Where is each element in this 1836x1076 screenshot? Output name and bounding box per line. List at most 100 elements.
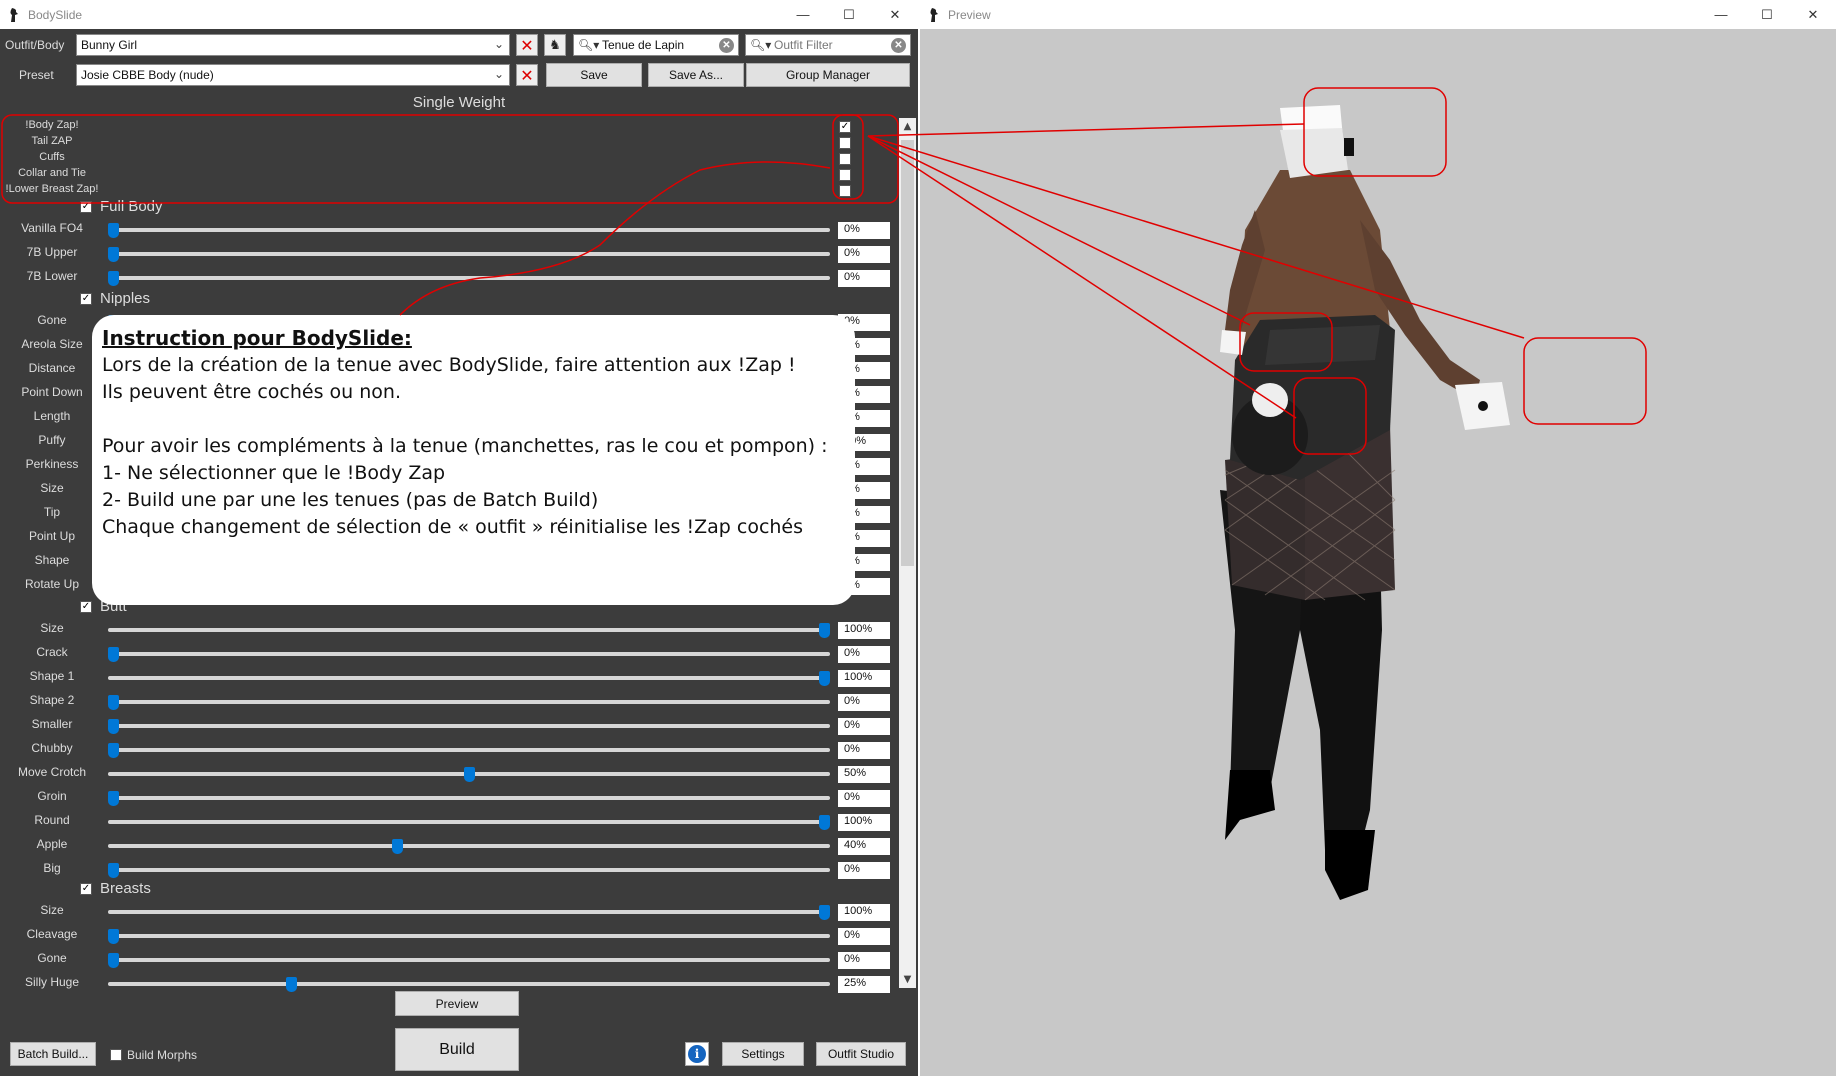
slider-track[interactable] [108,252,830,256]
slider-track[interactable] [108,700,830,704]
slider-group-header[interactable]: ✓ Breasts [80,880,151,897]
slider-value-field[interactable]: 0% [838,646,890,663]
slider-value-field[interactable]: 0% [838,270,890,287]
slider-track[interactable] [108,820,830,824]
slider-thumb[interactable] [108,695,119,710]
slider-label: Distance [28,361,76,375]
save-as-button[interactable]: Save As... [648,63,744,87]
scrollbar-thumb[interactable] [901,140,914,566]
model-render[interactable] [920,30,1836,1076]
clear-group-filter-icon[interactable]: ✕ [719,38,734,53]
slider-group-header[interactable]: ✓ Nipples [80,290,150,307]
slider-track[interactable] [108,228,830,232]
save-button[interactable]: Save [546,63,642,87]
slider-value-field[interactable]: 0% [838,928,890,945]
slider-value-field[interactable]: 0% [838,718,890,735]
info-button[interactable]: i [685,1042,709,1066]
slider-track[interactable] [108,910,830,914]
group-checkbox[interactable]: ✓ [80,292,92,305]
slider-thumb[interactable] [108,791,119,806]
group-checkbox[interactable]: ✓ [80,882,92,895]
slider-thumb[interactable] [108,953,119,968]
slider-value-field[interactable]: 0% [838,862,890,879]
clear-outfit-filter-icon[interactable]: ✕ [891,38,906,53]
slider-thumb[interactable] [108,647,119,662]
settings-button[interactable]: Settings [722,1042,804,1066]
build-button[interactable]: Build [395,1028,519,1071]
group-filter-input[interactable]: 🔍︎▾ Tenue de Lapin ✕ [573,34,739,56]
slider-thumb[interactable] [108,271,119,286]
slider-track[interactable] [108,724,830,728]
outfit-filter-input[interactable]: 🔍︎▾ Outfit Filter ✕ [745,34,911,56]
outfit-studio-button[interactable]: Outfit Studio [816,1042,906,1066]
slider-value-field[interactable]: 0% [838,246,890,263]
minimize-icon[interactable]: — [1698,0,1744,29]
preset-select[interactable]: Josie CBBE Body (nude) ⌄ [76,64,510,86]
choose-outfit-file-button[interactable]: ♞ [544,34,566,56]
close-icon[interactable]: ✕ [1790,0,1836,29]
scroll-down-icon[interactable]: ▼ [899,971,916,988]
group-manager-button[interactable]: Group Manager [746,63,910,87]
slider-thumb[interactable] [819,815,830,830]
slider-value-field[interactable]: 100% [838,904,890,921]
slider-track[interactable] [108,958,830,962]
slider-label: Shape [34,553,70,567]
scroll-up-icon[interactable]: ▲ [899,118,916,135]
slider-track[interactable] [108,652,830,656]
red-x-icon: ✕ [520,65,534,85]
zap-checkbox[interactable]: ✓ [839,121,851,133]
outfit-body-select[interactable]: Bunny Girl ⌄ [76,34,510,56]
zap-checkbox[interactable] [839,137,851,149]
clear-outfit-button[interactable]: ✕ [516,34,538,56]
maximize-icon[interactable]: ☐ [826,0,872,29]
slider-value-field[interactable]: 100% [838,670,890,687]
slider-group-header[interactable]: ✓ Full Body [80,198,163,215]
slider-thumb[interactable] [108,863,119,878]
slider-thumb[interactable] [285,977,297,992]
zap-checkbox[interactable] [839,185,851,197]
slider-value-field[interactable]: 0% [838,222,890,239]
slider-track[interactable] [108,982,830,986]
slider-value-field[interactable]: 0% [838,742,890,759]
slider-track[interactable] [108,628,830,632]
slider-track[interactable] [108,868,830,872]
slider-thumb[interactable] [108,929,119,944]
build-morphs-checkbox[interactable] [110,1049,122,1061]
build-morphs-toggle[interactable]: Build Morphs [110,1048,197,1062]
zap-checkbox[interactable] [839,153,851,165]
group-checkbox[interactable]: ✓ [80,600,92,613]
slider-track[interactable] [108,796,830,800]
slider-value-field[interactable]: 50% [838,766,890,783]
slider-thumb[interactable] [463,767,475,782]
slider-thumb[interactable] [392,839,404,854]
slider-thumb[interactable] [108,743,119,758]
zap-checkbox[interactable] [839,169,851,181]
minimize-icon[interactable]: — [780,0,826,29]
slider-track[interactable] [108,276,830,280]
close-icon[interactable]: ✕ [872,0,918,29]
slider-value-field[interactable]: 0% [838,694,890,711]
slider-track[interactable] [108,934,830,938]
slider-value-field[interactable]: 25% [838,976,890,993]
slider-value-field[interactable]: 40% [838,838,890,855]
maximize-icon[interactable]: ☐ [1744,0,1790,29]
preview-button[interactable]: Preview [395,991,519,1016]
slider-value-field[interactable]: 100% [838,622,890,639]
slider-value-field[interactable]: 0% [838,790,890,807]
clear-preset-button[interactable]: ✕ [516,64,538,86]
slider-track[interactable] [108,676,830,680]
slider-label: Move Crotch [17,765,87,779]
slider-thumb[interactable] [108,719,119,734]
group-checkbox[interactable]: ✓ [80,200,92,213]
slider-track[interactable] [108,844,830,848]
slider-thumb[interactable] [108,247,119,262]
slider-thumb[interactable] [819,905,830,920]
slider-track[interactable] [108,748,830,752]
slider-value-field[interactable]: 0% [838,952,890,969]
slider-thumb[interactable] [819,623,830,638]
slider-value-field[interactable]: 100% [838,814,890,831]
slider-scrollbar[interactable]: ▲ ▼ [899,118,916,988]
slider-thumb[interactable] [108,223,119,238]
batch-build-button[interactable]: Batch Build... [10,1042,96,1066]
slider-thumb[interactable] [819,671,830,686]
